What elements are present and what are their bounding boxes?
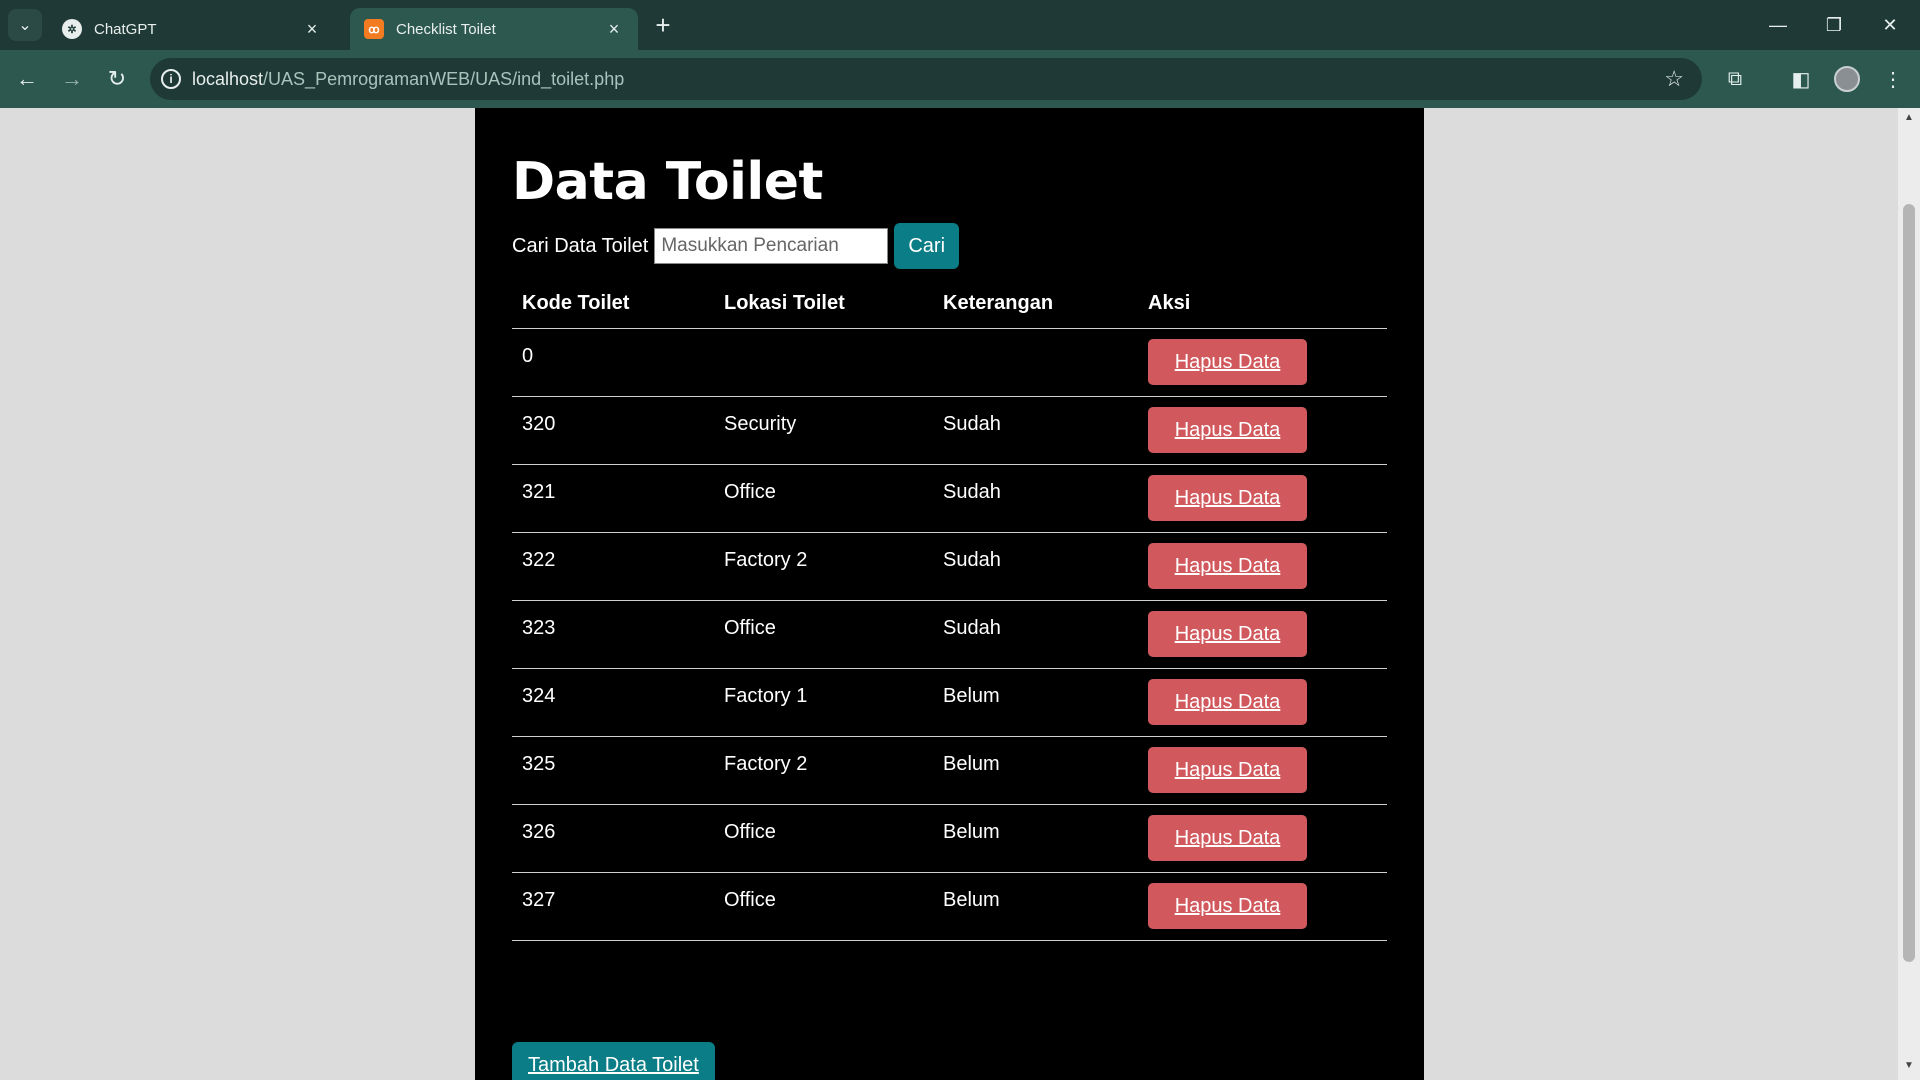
header-aksi: Aksi: [1138, 280, 1387, 329]
cell-aksi: Hapus Data: [1138, 600, 1387, 669]
bookmark-star-icon[interactable]: ☆: [1664, 66, 1684, 92]
new-tab-button[interactable]: +: [648, 10, 678, 40]
minimize-icon[interactable]: —: [1750, 0, 1806, 50]
tab-checklist-toilet[interactable]: ꝏ Checklist Toilet ×: [350, 8, 638, 50]
header-lokasi-toilet: Lokasi Toilet: [714, 280, 933, 329]
hapus-data-button[interactable]: Hapus Data: [1148, 610, 1307, 657]
table-row: 325 Factory 2 Belum Hapus Data: [512, 736, 1387, 805]
cell-lokasi: Factory 1: [714, 668, 933, 737]
extensions-icon[interactable]: ⧉: [1718, 62, 1752, 96]
hapus-data-button[interactable]: Hapus Data: [1148, 338, 1307, 385]
cell-kode: 320: [512, 396, 714, 465]
cell-lokasi: Office: [714, 804, 933, 873]
cell-keterangan: Belum: [933, 804, 1138, 873]
search-form: Cari Data Toilet Cari: [512, 222, 960, 270]
cell-kode: 0: [512, 328, 714, 397]
xampp-icon: ꝏ: [364, 19, 384, 39]
cell-kode: 323: [512, 600, 714, 669]
cell-keterangan: Belum: [933, 872, 1138, 941]
browser-toolbar: ← → ↻ i localhost/UAS_PemrogramanWEB/UAS…: [0, 50, 1920, 108]
table-row: 322 Factory 2 Sudah Hapus Data: [512, 532, 1387, 601]
toilet-table: Kode Toilet Lokasi Toilet Keterangan Aks…: [512, 280, 1387, 941]
cell-aksi: Hapus Data: [1138, 872, 1387, 941]
reload-icon[interactable]: ↻: [100, 62, 134, 96]
side-panel-icon[interactable]: ◧: [1784, 62, 1818, 96]
chevron-down-icon: ⌄: [18, 17, 32, 34]
cell-kode: 324: [512, 668, 714, 737]
cell-lokasi: Security: [714, 396, 933, 465]
cell-keterangan: Belum: [933, 668, 1138, 737]
scrollbar-thumb[interactable]: [1903, 204, 1915, 962]
cell-kode: 322: [512, 532, 714, 601]
cell-lokasi: [714, 328, 933, 397]
tab-title: ChatGPT: [94, 20, 157, 38]
hapus-data-button[interactable]: Hapus Data: [1148, 814, 1307, 861]
cell-aksi: Hapus Data: [1138, 328, 1387, 397]
profile-avatar[interactable]: [1830, 62, 1864, 96]
search-input[interactable]: [654, 228, 889, 264]
tab-title: Checklist Toilet: [396, 20, 496, 38]
hapus-data-button[interactable]: Hapus Data: [1148, 406, 1307, 453]
cell-kode: 327: [512, 872, 714, 941]
hapus-data-button[interactable]: Hapus Data: [1148, 746, 1307, 793]
add-toilet-button[interactable]: Tambah Data Toilet: [512, 1042, 715, 1080]
cell-aksi: Hapus Data: [1138, 396, 1387, 465]
cell-lokasi: Factory 2: [714, 532, 933, 601]
chatgpt-icon: ✲: [62, 19, 82, 39]
cell-aksi: Hapus Data: [1138, 464, 1387, 533]
table-row: 0 Hapus Data: [512, 328, 1387, 397]
cell-aksi: Hapus Data: [1138, 668, 1387, 737]
table-row: 326 Office Belum Hapus Data: [512, 804, 1387, 873]
close-window-icon[interactable]: ✕: [1862, 0, 1918, 50]
search-button[interactable]: Cari: [894, 223, 960, 269]
cell-lokasi: Factory 2: [714, 736, 933, 805]
table-row: 320 Security Sudah Hapus Data: [512, 396, 1387, 465]
site-info-icon[interactable]: i: [150, 69, 192, 89]
address-bar[interactable]: i localhost/UAS_PemrogramanWEB/UAS/ind_t…: [150, 58, 1702, 100]
scroll-down-arrow-icon[interactable]: ▼: [1898, 1060, 1920, 1076]
table-row: 323 Office Sudah Hapus Data: [512, 600, 1387, 669]
hapus-data-button[interactable]: Hapus Data: [1148, 542, 1307, 589]
cell-aksi: Hapus Data: [1138, 804, 1387, 873]
cell-keterangan: [933, 328, 1138, 397]
tab-search-button[interactable]: ⌄: [8, 9, 42, 41]
tab-chatgpt[interactable]: ✲ ChatGPT ×: [48, 8, 336, 50]
cell-keterangan: Sudah: [933, 396, 1138, 465]
restore-icon[interactable]: ❐: [1806, 0, 1862, 50]
table-row: 327 Office Belum Hapus Data: [512, 872, 1387, 941]
cell-kode: 321: [512, 464, 714, 533]
cell-keterangan: Sudah: [933, 600, 1138, 669]
hapus-data-button[interactable]: Hapus Data: [1148, 678, 1307, 725]
cell-keterangan: Sudah: [933, 464, 1138, 533]
cell-kode: 326: [512, 804, 714, 873]
cell-lokasi: Office: [714, 464, 933, 533]
hapus-data-button[interactable]: Hapus Data: [1148, 474, 1307, 521]
cell-lokasi: Office: [714, 600, 933, 669]
table-header-row: Kode Toilet Lokasi Toilet Keterangan Aks…: [512, 280, 1387, 329]
scroll-up-arrow-icon[interactable]: ▲: [1898, 112, 1920, 128]
cell-keterangan: Sudah: [933, 532, 1138, 601]
cell-lokasi: Office: [714, 872, 933, 941]
hapus-data-button[interactable]: Hapus Data: [1148, 882, 1307, 929]
header-kode-toilet: Kode Toilet: [512, 280, 714, 329]
main-container: Data Toilet Cari Data Toilet Cari Kode T…: [475, 108, 1424, 1080]
table-row: 321 Office Sudah Hapus Data: [512, 464, 1387, 533]
url-text[interactable]: localhost/UAS_PemrogramanWEB/UAS/ind_toi…: [192, 69, 624, 90]
table-row: 324 Factory 1 Belum Hapus Data: [512, 668, 1387, 737]
page-scrollbar[interactable]: ▲ ▼: [1898, 108, 1920, 1080]
forward-icon[interactable]: →: [55, 62, 89, 96]
close-tab-icon[interactable]: ×: [302, 19, 322, 39]
cell-aksi: Hapus Data: [1138, 736, 1387, 805]
cell-keterangan: Belum: [933, 736, 1138, 805]
close-tab-icon[interactable]: ×: [604, 19, 624, 39]
page-viewport: Data Toilet Cari Data Toilet Cari Kode T…: [0, 108, 1898, 1080]
cell-kode: 325: [512, 736, 714, 805]
header-keterangan: Keterangan: [933, 280, 1138, 329]
page-title: Data Toilet: [512, 152, 823, 212]
menu-kebab-icon[interactable]: ⋮: [1876, 62, 1910, 96]
tab-strip: ⌄ ✲ ChatGPT × ꝏ Checklist Toilet × + — ❐…: [0, 0, 1920, 50]
search-label: Cari Data Toilet: [512, 234, 649, 257]
back-icon[interactable]: ←: [10, 62, 44, 96]
cell-aksi: Hapus Data: [1138, 532, 1387, 601]
